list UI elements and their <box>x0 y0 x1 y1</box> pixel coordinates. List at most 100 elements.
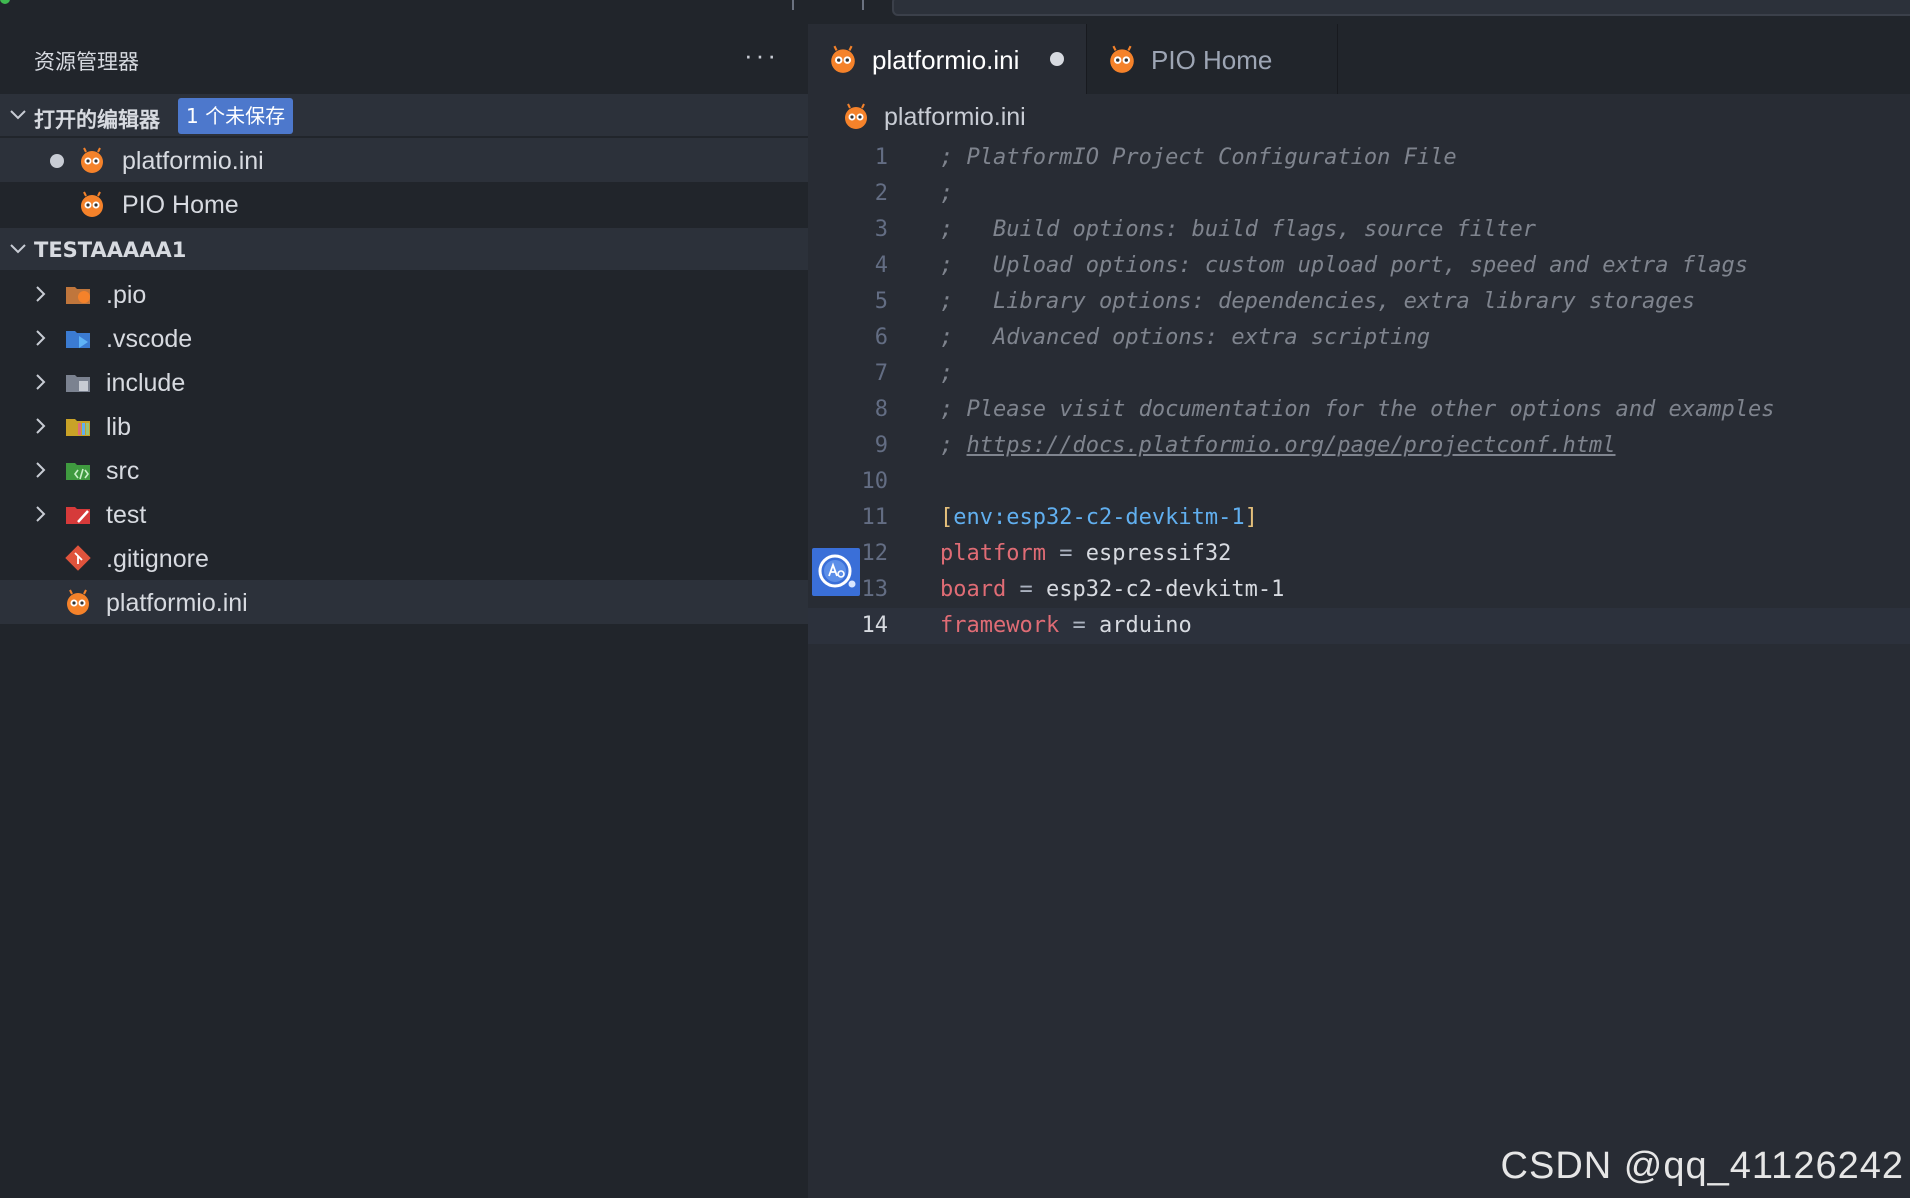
nav-tick <box>792 0 794 10</box>
tree-item-label: .vscode <box>106 325 193 353</box>
tree-item-include[interactable]: include <box>0 360 808 404</box>
nav-tick <box>862 0 864 10</box>
platformio-icon <box>81 147 103 173</box>
open-editors-section-header[interactable]: 打开的编辑器 1 个未保存 <box>0 94 808 136</box>
code-line: 10 <box>808 464 1910 500</box>
line-number: 14 <box>861 613 889 638</box>
comment-text: ; Please visit documentation for the oth… <box>940 397 1775 422</box>
line-number: 5 <box>874 289 888 314</box>
key-value: board = esp32-c2-devkitm-1 <box>940 572 1284 608</box>
open-editor-label: platformio.ini <box>122 147 264 175</box>
platformio-icon <box>831 45 855 73</box>
comment-text: ; Upload options: custom upload port, sp… <box>940 253 1748 278</box>
comment-prefix: ; <box>940 433 967 458</box>
editor-area: platformio.ini PIO Home platformio.ini 1… <box>808 24 1910 1198</box>
config-value: esp32-c2-devkitm-1 <box>1045 577 1285 602</box>
equals-sign: = <box>1045 541 1086 566</box>
platformio-icon <box>81 191 103 217</box>
tree-item-src[interactable]: src <box>0 448 808 492</box>
chevron-right-icon <box>36 286 46 302</box>
explorer-header: 资源管理器 ··· <box>0 24 808 94</box>
tree-item-platformio-ini[interactable]: platformio.ini <box>0 580 808 624</box>
modified-dot-icon[interactable] <box>1050 52 1064 66</box>
command-center-box[interactable] <box>892 0 1910 16</box>
comment-text: ; <box>940 361 954 386</box>
tree-item-vscode[interactable]: .vscode <box>0 316 808 360</box>
code-line: 3 ; Build options: build flags, source fi… <box>808 212 1910 248</box>
modified-dot-icon[interactable] <box>50 154 64 168</box>
code-line: 6 ; Advanced options: extra scripting <box>808 320 1910 356</box>
tree-item-label: .pio <box>106 281 147 309</box>
line-number: 11 <box>861 505 889 530</box>
tree-item-label: .gitignore <box>106 545 209 573</box>
code-line: 7; <box>808 356 1910 392</box>
breadcrumb[interactable]: platformio.ini <box>808 94 1910 138</box>
tree-item-pio[interactable]: .pio <box>0 272 808 316</box>
line-number: 9 <box>874 433 888 458</box>
platformio-icon <box>845 103 867 129</box>
comment-text: ; Advanced options: extra scripting <box>940 325 1431 350</box>
workspace-section-header[interactable]: TESTAAAAA1 <box>0 228 808 270</box>
tab-label: PIO Home <box>1151 45 1273 75</box>
code-line: 13 board = esp32-c2-devkitm-1 <box>808 572 1910 608</box>
section-name: env:esp32-c2-devkitm-1 <box>953 505 1245 530</box>
code-line: 9; https://docs.platformio.org/page/proj… <box>808 428 1910 464</box>
translate-lens-button[interactable] <box>812 548 860 596</box>
tree-item-lib[interactable]: lib <box>0 404 808 448</box>
line-number: 1 <box>874 145 888 170</box>
config-key: framework <box>940 613 1060 638</box>
comment-text: ; Library options: dependencies, extra l… <box>940 289 1695 314</box>
open-editor-label: PIO Home <box>122 191 239 219</box>
editor-tab-bar: platformio.ini PIO Home <box>808 24 1910 94</box>
open-editors-label: 打开的编辑器 <box>34 108 160 132</box>
vscode-folder-icon <box>66 331 90 348</box>
breadcrumb-file: platformio.ini <box>884 103 1026 131</box>
src-folder-icon <box>66 463 90 480</box>
line-number: 2 <box>874 181 888 206</box>
include-folder-icon <box>66 375 90 392</box>
chevron-right-icon <box>36 462 46 478</box>
pio-folder-icon <box>66 287 90 304</box>
git-icon <box>65 545 91 571</box>
lib-folder-icon <box>66 419 90 436</box>
tab-label: platformio.ini <box>872 45 1020 75</box>
config-key: board <box>940 577 1007 602</box>
tab-pio-home[interactable]: PIO Home <box>1087 24 1338 94</box>
equals-sign: = <box>1006 577 1046 602</box>
code-line: 4 ; Upload options: custom upload port, s… <box>808 248 1910 284</box>
open-editor-item-pio-home[interactable]: PIO Home <box>0 182 808 226</box>
tree-item-label: include <box>106 369 186 397</box>
open-editor-item-platformio-ini[interactable]: platformio.ini <box>0 138 808 182</box>
tree-item-label: src <box>106 457 140 485</box>
section-header: [env:esp32-c2-devkitm-1] <box>940 500 1258 536</box>
chevron-right-icon <box>36 374 46 390</box>
tree-item-gitignore[interactable]: .gitignore <box>0 536 808 580</box>
comment-text: ; https://docs.platformio.org/page/proje… <box>940 428 1616 464</box>
tree-item-label: platformio.ini <box>106 589 248 617</box>
bracket: [ <box>940 505 954 530</box>
chevron-down-icon <box>10 244 26 254</box>
config-value: arduino <box>1098 613 1192 638</box>
chevron-right-icon <box>36 418 46 434</box>
line-number: 7 <box>874 361 888 386</box>
code-line: 5 ; Library options: dependencies, extra … <box>808 284 1910 320</box>
line-number: 8 <box>874 397 888 422</box>
more-actions-icon[interactable]: ··· <box>744 40 779 71</box>
tab-platformio-ini[interactable]: platformio.ini <box>808 24 1087 94</box>
line-number: 6 <box>874 325 888 350</box>
code-line: 8 ; Please visit documentation for the ot… <box>808 392 1910 428</box>
explorer-title: 资源管理器 <box>34 50 139 74</box>
test-folder-icon <box>66 507 90 524</box>
translate-icon <box>818 554 856 588</box>
chevron-down-icon <box>10 110 26 120</box>
comment-text: ; <box>940 181 954 206</box>
code-line-current: 14 framework = arduino <box>808 608 1910 644</box>
tree-item-test[interactable]: test <box>0 492 808 536</box>
docs-link[interactable]: https://docs.platformio.org/page/project… <box>967 433 1616 458</box>
explorer-sidebar: 资源管理器 ··· 打开的编辑器 1 个未保存 platformio.ini P… <box>0 24 808 1198</box>
config-key: platform <box>940 541 1046 566</box>
comment-text: ; Build options: build flags, source fil… <box>940 217 1537 242</box>
window-status-dot <box>0 0 10 4</box>
watermark: CSDN @qq_41126242 <box>1500 1145 1904 1187</box>
chevron-right-icon <box>36 330 46 346</box>
